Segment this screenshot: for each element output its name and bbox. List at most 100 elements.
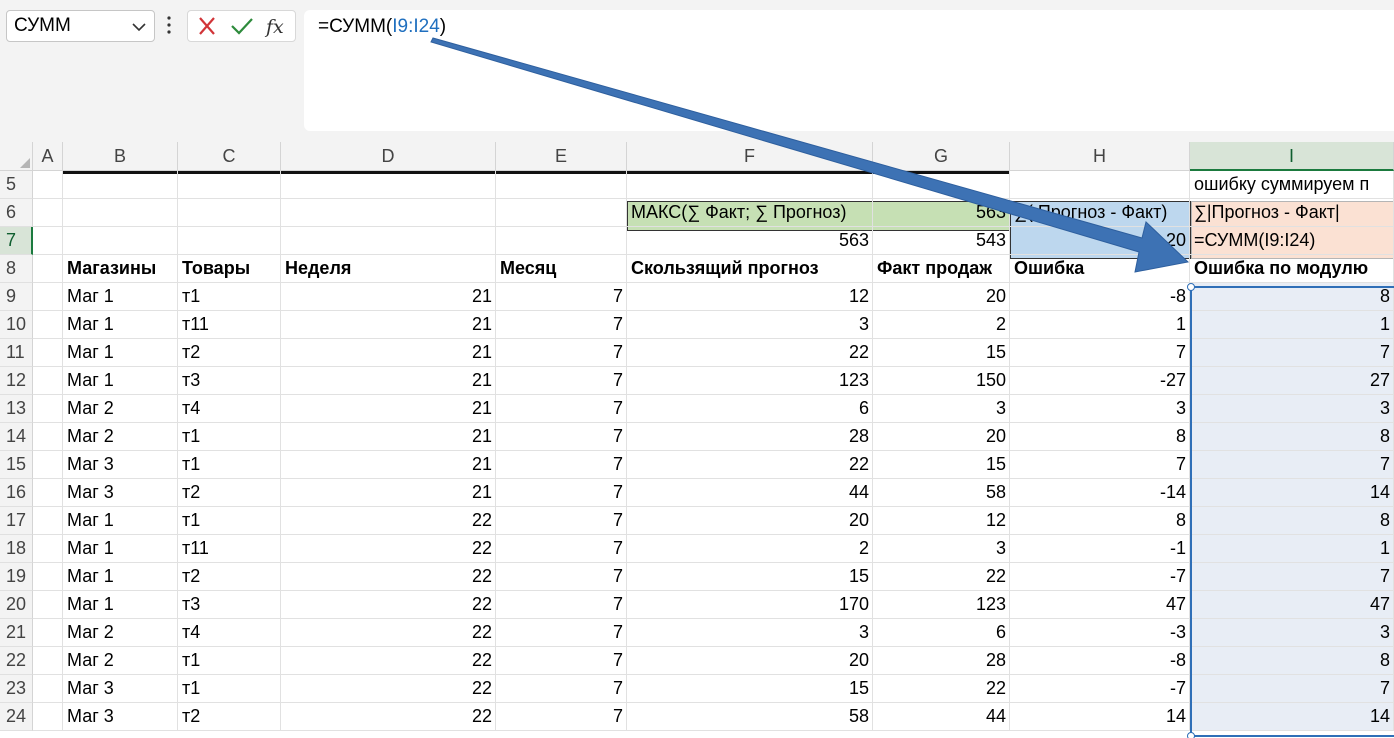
cell-d22[interactable]: 22 (281, 647, 496, 675)
cell-h17[interactable]: 8 (1010, 507, 1190, 535)
column-header-b[interactable]: B (63, 142, 178, 171)
cell-b24[interactable]: Маг 3 (63, 703, 178, 731)
cell-g15[interactable]: 15 (873, 451, 1010, 479)
cell-g7[interactable]: 543 (873, 227, 1010, 255)
cell-h13[interactable]: 3 (1010, 395, 1190, 423)
cell-b13[interactable]: Маг 2 (63, 395, 178, 423)
cell-g13[interactable]: 3 (873, 395, 1010, 423)
cell-g8[interactable]: Факт продаж (873, 255, 1010, 283)
row-header-21[interactable]: 21 (0, 619, 33, 647)
cell-d14[interactable]: 21 (281, 423, 496, 451)
cell-d20[interactable]: 22 (281, 591, 496, 619)
cell-a9[interactable] (33, 283, 63, 311)
cell-h11[interactable]: 7 (1010, 339, 1190, 367)
cell-a14[interactable] (33, 423, 63, 451)
cell-e10[interactable]: 7 (496, 311, 627, 339)
cell-g6[interactable]: 563 (873, 199, 1010, 227)
cell-a8[interactable] (33, 255, 63, 283)
cell-d13[interactable]: 21 (281, 395, 496, 423)
cell-b6[interactable] (63, 199, 178, 227)
cell-b5[interactable] (63, 171, 178, 199)
cell-g18[interactable]: 3 (873, 535, 1010, 563)
cell-h22[interactable]: -8 (1010, 647, 1190, 675)
cell-b22[interactable]: Маг 2 (63, 647, 178, 675)
cell-d7[interactable] (281, 227, 496, 255)
cell-g12[interactable]: 150 (873, 367, 1010, 395)
cell-i12[interactable]: 27 (1190, 367, 1394, 395)
cell-g17[interactable]: 12 (873, 507, 1010, 535)
cell-e8[interactable]: Месяц (496, 255, 627, 283)
row-header-5[interactable]: 5 (0, 171, 33, 199)
cell-f16[interactable]: 44 (627, 479, 873, 507)
cell-h6[interactable]: ∑( Прогноз - Факт) (1010, 199, 1190, 227)
more-options-icon[interactable] (166, 14, 172, 36)
cell-d8[interactable]: Неделя (281, 255, 496, 283)
cell-h21[interactable]: -3 (1010, 619, 1190, 647)
cell-c19[interactable]: т2 (178, 563, 281, 591)
cell-c5[interactable] (178, 171, 281, 199)
cell-b9[interactable]: Маг 1 (63, 283, 178, 311)
cell-c16[interactable]: т2 (178, 479, 281, 507)
row-header-17[interactable]: 17 (0, 507, 33, 535)
cell-i17[interactable]: 8 (1190, 507, 1394, 535)
formula-input[interactable]: =СУММ(I9:I24) (304, 10, 1394, 131)
cell-f9[interactable]: 12 (627, 283, 873, 311)
cell-d24[interactable]: 22 (281, 703, 496, 731)
cell-g20[interactable]: 123 (873, 591, 1010, 619)
row-header-24[interactable]: 24 (0, 703, 33, 731)
row-header-12[interactable]: 12 (0, 367, 33, 395)
row-header-16[interactable]: 16 (0, 479, 33, 507)
row-header-11[interactable]: 11 (0, 339, 33, 367)
fx-icon[interactable]: fx (260, 11, 294, 41)
cell-f8[interactable]: Скользящий прогноз (627, 255, 873, 283)
cell-d16[interactable]: 21 (281, 479, 496, 507)
cell-e15[interactable]: 7 (496, 451, 627, 479)
cell-i8[interactable]: Ошибка по модулю (1190, 255, 1394, 283)
cell-f23[interactable]: 15 (627, 675, 873, 703)
cell-g9[interactable]: 20 (873, 283, 1010, 311)
cell-f17[interactable]: 20 (627, 507, 873, 535)
cell-h23[interactable]: -7 (1010, 675, 1190, 703)
chevron-down-icon[interactable] (132, 20, 146, 34)
cell-c18[interactable]: т11 (178, 535, 281, 563)
cell-f15[interactable]: 22 (627, 451, 873, 479)
cell-e21[interactable]: 7 (496, 619, 627, 647)
cell-i19[interactable]: 7 (1190, 563, 1394, 591)
cell-e5[interactable] (496, 171, 627, 199)
cell-h19[interactable]: -7 (1010, 563, 1190, 591)
cell-c23[interactable]: т1 (178, 675, 281, 703)
cell-f6[interactable]: МАКС(∑ Факт; ∑ Прогноз) (627, 199, 873, 227)
cell-c15[interactable]: т1 (178, 451, 281, 479)
cell-b20[interactable]: Маг 1 (63, 591, 178, 619)
cell-b19[interactable]: Маг 1 (63, 563, 178, 591)
cell-i11[interactable]: 7 (1190, 339, 1394, 367)
cell-i5[interactable]: ошибку суммируем п (1190, 171, 1394, 199)
cell-a19[interactable] (33, 563, 63, 591)
checkmark-icon[interactable] (225, 11, 259, 41)
cell-b15[interactable]: Маг 3 (63, 451, 178, 479)
cell-f22[interactable]: 20 (627, 647, 873, 675)
row-header-18[interactable]: 18 (0, 535, 33, 563)
cell-d15[interactable]: 21 (281, 451, 496, 479)
cell-a21[interactable] (33, 619, 63, 647)
row-header-7[interactable]: 7 (0, 227, 33, 255)
cell-a18[interactable] (33, 535, 63, 563)
cell-a20[interactable] (33, 591, 63, 619)
cell-h5[interactable] (1010, 171, 1190, 199)
cell-g23[interactable]: 22 (873, 675, 1010, 703)
row-header-22[interactable]: 22 (0, 647, 33, 675)
cell-d10[interactable]: 21 (281, 311, 496, 339)
cell-a13[interactable] (33, 395, 63, 423)
cell-g5[interactable] (873, 171, 1010, 199)
cell-a16[interactable] (33, 479, 63, 507)
cell-g10[interactable]: 2 (873, 311, 1010, 339)
cell-h15[interactable]: 7 (1010, 451, 1190, 479)
cell-h20[interactable]: 47 (1010, 591, 1190, 619)
cell-e18[interactable]: 7 (496, 535, 627, 563)
cell-e22[interactable]: 7 (496, 647, 627, 675)
cell-e9[interactable]: 7 (496, 283, 627, 311)
cell-c10[interactable]: т11 (178, 311, 281, 339)
cell-e11[interactable]: 7 (496, 339, 627, 367)
cell-a24[interactable] (33, 703, 63, 731)
cell-c8[interactable]: Товары (178, 255, 281, 283)
